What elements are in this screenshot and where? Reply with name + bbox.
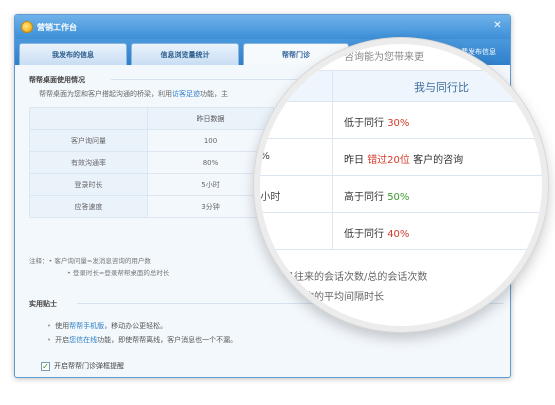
yesterday-header: 昨日数据 — [147, 107, 274, 130]
tip-suffix: ，移动办公更轻松。 — [104, 322, 168, 330]
magnified-row: 低于同行 40% — [260, 213, 542, 250]
magnified-right-cell: 昨日 错过20位 客户的咨询 — [344, 151, 463, 166]
table-row: 应答速度 3分钟 — [29, 195, 274, 218]
magnified-footnote: 息往来的会话次数/总的会话次数 — [284, 272, 428, 283]
comparison-text: 低于同行 — [344, 118, 384, 129]
notes: 注释：• 客户询问量=发消息咨询的用户数 • 登录时长=登录帮帮桌面的总时长 — [29, 255, 169, 279]
magnified-row: 低于同行 30% — [260, 102, 542, 139]
magnified-row: 0% 昨日 错过20位 客户的咨询 — [254, 139, 542, 176]
comparison-value: 30% — [387, 118, 410, 129]
desc-prefix: 帮帮桌面为您和客户搭起沟通的桥梁，利用 — [39, 90, 172, 98]
table-corner — [29, 107, 148, 130]
tip-item: • 使用帮帮手机版，移动办公更轻松。 — [47, 319, 237, 333]
magnified-content: 咨询能为您带来更 我与同行比 低于同行 30% 0% 昨日 错过20位 客户的咨… — [254, 44, 542, 326]
tip-prefix: 使用 — [55, 322, 70, 330]
magnified-right-cell: 低于同行 40% — [344, 225, 409, 240]
comparison-value: 错过20位 — [367, 155, 410, 166]
note-line: 注释：• 客户询问量=发消息咨询的用户数 — [29, 257, 151, 265]
tab-view-stats[interactable]: 信息浏览量统计 — [131, 43, 239, 65]
magnifier-lens: 咨询能为您带来更 我与同行比 低于同行 30% 0% 昨日 错过20位 客户的咨… — [254, 38, 548, 332]
row-label: 应答速度 — [29, 195, 148, 218]
reminder-checkbox[interactable]: ✓ — [41, 361, 50, 371]
mobile-version-link[interactable]: 帮帮手机版 — [69, 322, 104, 330]
magnified-footnote: 息咨询的平均间隔时长 — [284, 292, 384, 303]
tip-item: • 开启您信在线功能，即使帮帮离线，客户消息也一个不漏。 — [47, 333, 237, 347]
usage-description: 帮帮桌面为您和客户搭起沟通的桥梁，利用访客足迹功能，主 — [39, 89, 228, 99]
tab-my-posts[interactable]: 我发布的信息 — [19, 43, 127, 65]
comparison-suffix: 客户的咨询 — [413, 155, 464, 166]
reminder-checkbox-row[interactable]: ✓ 开启帮帮门诊弹框提醒 — [41, 361, 124, 371]
title-bar: 营销工作台 ✕ — [15, 15, 510, 39]
table-row: 登录时长 5小时 — [29, 173, 274, 196]
app-logo-icon — [21, 21, 33, 33]
comparison-value: 50% — [387, 192, 410, 203]
magnified-left-cell: 5小时 — [254, 192, 281, 203]
tip-prefix: 开启 — [55, 336, 70, 344]
usage-section-title: 帮帮桌面使用情况 — [29, 76, 85, 84]
close-icon[interactable]: ✕ — [491, 19, 504, 32]
desc-suffix: 功能，主 — [200, 90, 228, 98]
magnified-right-cell: 低于同行 30% — [344, 114, 409, 129]
window-title: 营销工作台 — [37, 22, 77, 32]
table-row: 客户询问量 100 — [29, 129, 274, 152]
row-label: 有效沟通率 — [29, 151, 148, 174]
comparison-text: 低于同行 — [344, 229, 384, 240]
magnified-top-text: 咨询能为您带来更 — [344, 52, 424, 63]
row-value: 100 — [147, 129, 274, 152]
comparison-text: 高于同行 — [344, 192, 384, 203]
tips-section-title: 实用贴士 — [29, 300, 57, 308]
online-link[interactable]: 您信在线 — [69, 336, 97, 344]
table-row: 有效沟通率 80% — [29, 151, 274, 174]
magnified-right-cell: 高于同行 50% — [344, 188, 409, 203]
peer-comparison-header: 我与同行比 — [414, 81, 469, 94]
usage-stats-table: 昨日数据 客户询问量 100 有效沟通率 80% 登录时长 5小时 应答速度 3… — [29, 107, 274, 218]
tips-list: • 使用帮帮手机版，移动办公更轻松。 • 开启您信在线功能，即使帮帮离线，客户消息也… — [47, 319, 237, 347]
row-label: 登录时长 — [29, 173, 148, 196]
stage: 营销工作台 ✕ 我发布的信息 信息浏览量统计 帮帮门诊 免费发布信息 帮帮桌面使… — [0, 0, 555, 405]
visitor-footprint-link[interactable]: 访客足迹 — [172, 90, 200, 98]
magnified-header-row — [260, 70, 542, 102]
bullet-icon: • — [47, 322, 52, 330]
row-label: 客户询问量 — [29, 129, 148, 152]
note-line: • 登录时长=登录帮帮桌面的总时长 — [67, 269, 170, 277]
magnified-row: 5小时 高于同行 50% — [254, 176, 542, 213]
comparison-value: 40% — [387, 229, 410, 240]
magnified-left-cell: 0% — [254, 151, 270, 162]
tip-suffix: 功能，即使帮帮离线，客户消息也一个不漏。 — [97, 336, 238, 344]
reminder-checkbox-label[interactable]: 开启帮帮门诊弹框提醒 — [54, 361, 124, 371]
comparison-text: 昨日 — [344, 155, 364, 166]
bullet-icon: • — [47, 336, 52, 344]
